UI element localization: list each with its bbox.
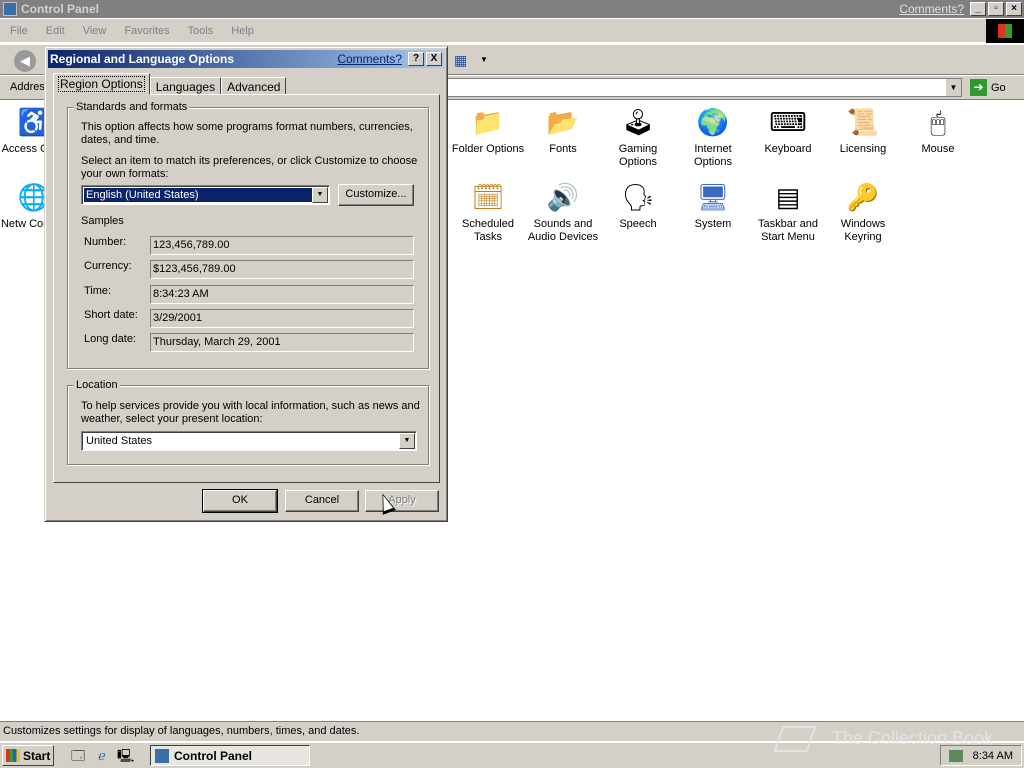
- windows-logo-icon: [986, 19, 1024, 43]
- ok-button[interactable]: OK: [202, 489, 278, 513]
- selected-format: English (United States): [83, 187, 313, 203]
- cp-item-scheduled-tasks[interactable]: 🗓 Scheduled Tasks: [450, 180, 526, 244]
- folder-icon: 📁: [471, 106, 505, 137]
- dialog-title: Regional and Language Options: [50, 52, 235, 66]
- cancel-button[interactable]: Cancel: [285, 490, 359, 512]
- show-desktop-icon[interactable]: 🗔: [70, 748, 86, 764]
- tab-region-options[interactable]: Region Options: [53, 73, 150, 95]
- dialog-comments-link[interactable]: Comments?: [337, 52, 402, 66]
- go-arrow-icon: ➔: [970, 79, 987, 96]
- sample-label-short-date: Short date:: [84, 309, 138, 321]
- sample-long-date-field: Thursday, March 29, 2001: [150, 333, 414, 352]
- dialog-close-button[interactable]: X: [426, 52, 442, 66]
- status-text: Customizes settings for display of langu…: [3, 725, 360, 737]
- cp-item-keyboard[interactable]: ⌨ Keyboard: [750, 105, 826, 156]
- scheduled-tasks-icon: 🗓: [471, 181, 505, 212]
- samples-heading: Samples: [81, 215, 124, 227]
- restore-button[interactable]: ▫: [988, 2, 1004, 16]
- select-prompt: Select an item to match its preferences,…: [81, 155, 418, 180]
- mouse-icon: 🖱: [930, 106, 946, 137]
- apply-button[interactable]: Apply: [365, 490, 439, 512]
- go-button[interactable]: ➔ Go: [970, 79, 1006, 96]
- menu-edit[interactable]: Edit: [46, 25, 65, 37]
- standards-legend: Standards and formats: [74, 101, 190, 113]
- menu-file[interactable]: File: [10, 25, 28, 37]
- windows-flag-icon: [6, 749, 20, 762]
- cp-item-mouse[interactable]: 🖱 Mouse: [900, 105, 976, 156]
- sample-short-date-field: 3/29/2001: [150, 309, 414, 328]
- cp-item-sounds[interactable]: 🔊 Sounds and Audio Devices: [525, 180, 601, 244]
- views-dropdown-icon[interactable]: ▼: [480, 55, 488, 64]
- cp-item-gaming-options[interactable]: 🕹 Gaming Options: [600, 105, 676, 169]
- watermark: The Collection Book: [773, 726, 993, 752]
- system-icon: 🖥: [696, 181, 730, 212]
- location-combobox[interactable]: United States ▼: [81, 431, 417, 451]
- dialog-help-button[interactable]: ?: [408, 52, 424, 66]
- speech-icon: 🗣: [621, 181, 655, 212]
- dialog-tabs: Region Options Languages Advanced: [53, 73, 287, 95]
- regional-language-dialog: Regional and Language Options Comments? …: [44, 46, 448, 522]
- menu-tools[interactable]: Tools: [188, 25, 214, 37]
- go-label: Go: [991, 81, 1006, 94]
- location-dropdown-icon[interactable]: ▼: [399, 433, 415, 449]
- location-legend: Location: [74, 379, 120, 391]
- window-title: Control Panel: [21, 2, 100, 16]
- location-groupbox: Location To help services provide you wi…: [67, 379, 429, 465]
- cp-item-internet-options[interactable]: 🌍 Internet Options: [675, 105, 751, 169]
- sample-label-time: Time:: [84, 285, 112, 297]
- menu-help[interactable]: Help: [231, 25, 254, 37]
- menu-favorites[interactable]: Favorites: [124, 25, 169, 37]
- sample-time-field: 8:34:23 AM: [150, 285, 414, 304]
- menu-bar: File Edit View Favorites Tools Help: [0, 19, 1024, 43]
- taskbar-control-panel[interactable]: Control Panel: [150, 745, 310, 766]
- speaker-icon: 🔊: [546, 181, 580, 212]
- views-icon[interactable]: ▦: [454, 52, 476, 70]
- sample-label-currency: Currency:: [84, 260, 132, 272]
- globe-icon: 🌍: [696, 106, 730, 137]
- format-combobox[interactable]: English (United States) ▼: [81, 185, 330, 205]
- back-arrow-icon[interactable]: ◀: [14, 50, 36, 72]
- internet-explorer-icon[interactable]: ℯ: [94, 748, 110, 764]
- format-dropdown-icon[interactable]: ▼: [312, 187, 328, 203]
- cp-item-fonts[interactable]: 📂 Fonts: [525, 105, 601, 156]
- comments-link[interactable]: Comments?: [899, 2, 964, 16]
- start-button[interactable]: Start: [2, 745, 54, 766]
- minimize-button[interactable]: _: [970, 2, 986, 16]
- cp-item-system[interactable]: 🖥 System: [675, 180, 751, 231]
- fonts-icon: 📂: [546, 106, 580, 137]
- explorer-icon[interactable]: 🖳: [117, 748, 134, 764]
- sample-number-field: 123,456,789.00: [150, 236, 414, 255]
- cp-item-speech[interactable]: 🗣 Speech: [600, 180, 676, 231]
- tab-advanced[interactable]: Advanced: [221, 77, 287, 95]
- cp-item-folder-options[interactable]: 📁 Folder Options: [450, 105, 526, 156]
- keyring-icon: 🔑: [846, 181, 880, 212]
- cp-item-taskbar[interactable]: ▤ Taskbar and Start Menu: [750, 180, 826, 244]
- dialog-titlebar: Regional and Language Options Comments? …: [48, 50, 444, 68]
- cp-item-windows-keyring[interactable]: 🔑 Windows Keyring: [825, 180, 901, 244]
- address-dropdown-icon[interactable]: ▼: [945, 79, 961, 96]
- book-icon: [773, 726, 817, 752]
- certificate-icon: 📜: [846, 106, 880, 137]
- taskbar-icon: ▤: [775, 181, 801, 212]
- sample-label-number: Number:: [84, 236, 127, 248]
- standards-description: This option affects how some programs fo…: [81, 121, 413, 146]
- sample-label-long-date: Long date:: [84, 333, 136, 345]
- cp-item-licensing[interactable]: 📜 Licensing: [825, 105, 901, 156]
- location-description: To help services provide you with local …: [81, 400, 420, 425]
- close-button[interactable]: ×: [1006, 2, 1022, 16]
- control-panel-icon: [155, 748, 169, 763]
- window-titlebar: Control Panel Comments? _ ▫ ×: [0, 0, 1024, 18]
- sample-currency-field: $123,456,789.00: [150, 260, 414, 279]
- keyboard-icon: ⌨: [769, 106, 807, 137]
- region-options-panel: Standards and formats This option affect…: [53, 94, 440, 483]
- menu-view[interactable]: View: [83, 25, 107, 37]
- standards-groupbox: Standards and formats This option affect…: [67, 101, 429, 369]
- address-label: Addres: [10, 81, 45, 93]
- customize-button[interactable]: Customize...: [338, 184, 414, 206]
- tab-languages[interactable]: Languages: [149, 77, 222, 95]
- selected-location: United States: [86, 435, 153, 447]
- joystick-icon: 🕹: [621, 106, 655, 137]
- control-panel-icon: [3, 2, 17, 16]
